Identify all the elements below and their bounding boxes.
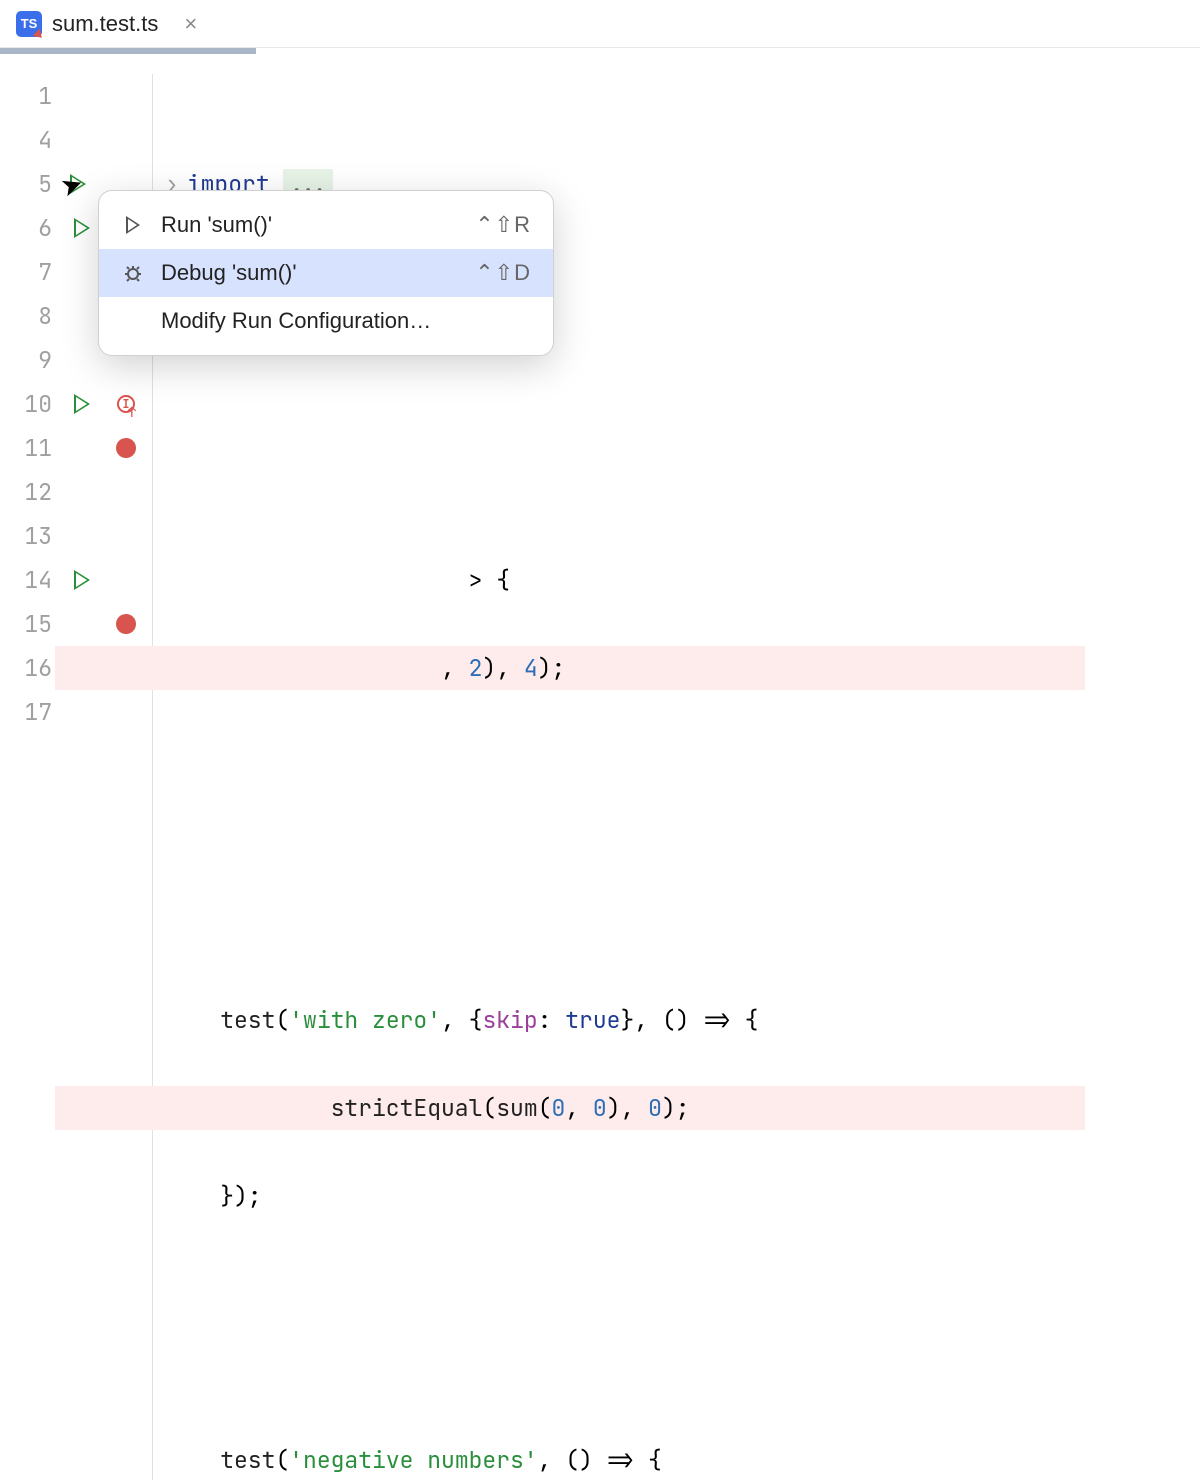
code-line-11: strictEqual(sum(0, 0), 0); [55,1086,1085,1130]
run-test-icon[interactable] [60,558,104,602]
code-line-12: }); [165,1174,1085,1218]
bug-icon [121,261,145,285]
tab-filename: sum.test.ts [52,11,158,37]
line-numbers: 1 4 5 6 7 8 9 10 11 12 13 14 15 16 17 [0,74,60,1480]
breakpoint-icon[interactable] [104,426,148,470]
file-tab[interactable]: TS sum.test.ts × [16,11,197,37]
tab-bar: TS sum.test.ts × [0,0,1200,48]
code-line-10: test('with zero', {skip: true}, () => { [165,998,1085,1042]
code-line-14: test('negative numbers', () => { [165,1438,1085,1480]
ts-file-icon: TS [16,11,42,37]
breakpoint-icon[interactable] [104,602,148,646]
modified-icon[interactable]: I↑ [104,382,148,426]
close-tab-button[interactable]: × [184,11,197,37]
gutter-context-menu: Run 'sum()' ⌃⇧R Debug 'sum()' ⌃⇧D Modify… [98,190,554,356]
code-line-6: > { [165,558,1085,602]
run-menu-item[interactable]: Run 'sum()' ⌃⇧R [99,201,553,249]
code-line-7: , 2), 4); [55,646,1085,690]
run-test-icon[interactable] [60,382,104,426]
debug-menu-item[interactable]: Debug 'sum()' ⌃⇧D [99,249,553,297]
play-icon [121,216,145,234]
shortcut-label: ⌃⇧D [475,260,531,286]
shortcut-label: ⌃⇧R [475,212,531,238]
modify-run-config-menu-item[interactable]: Modify Run Configuration… [99,297,553,345]
